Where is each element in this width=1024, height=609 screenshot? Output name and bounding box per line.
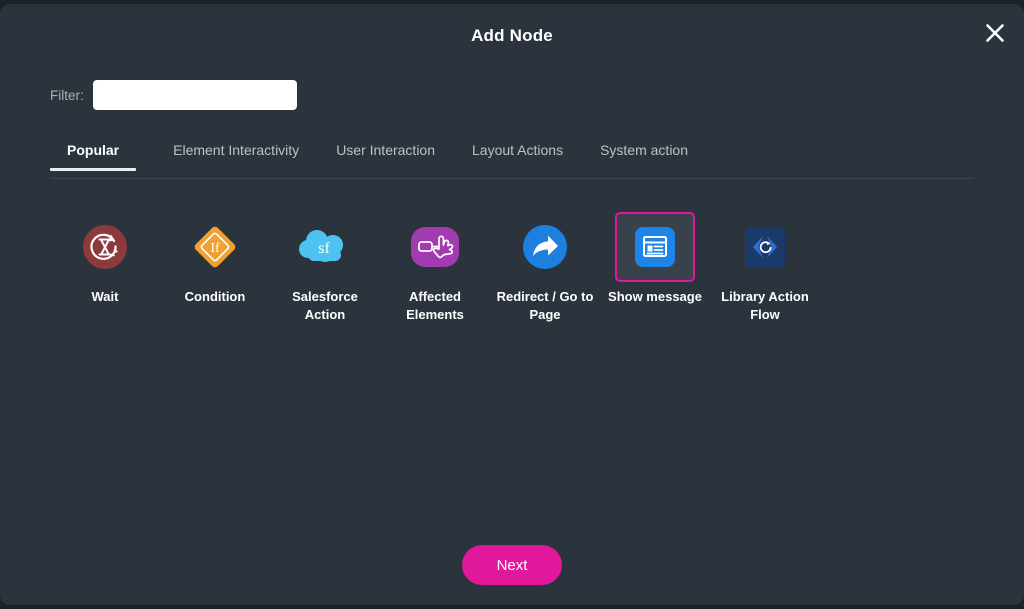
node-label: Show message — [608, 289, 702, 304]
tab-system-action[interactable]: System action — [600, 142, 688, 170]
tab-layout-actions[interactable]: Layout Actions — [472, 142, 563, 170]
node-icon-box: sf — [285, 212, 365, 282]
node-option-salesforce-action[interactable]: sf Salesforce Action — [270, 212, 380, 324]
node-option-condition[interactable]: If Condition — [160, 212, 270, 306]
code-brackets-icon — [745, 227, 785, 267]
filter-input[interactable] — [92, 80, 297, 110]
node-icon-box — [395, 212, 475, 282]
add-node-dialog: Add Node Filter: Popular Element Interac… — [0, 4, 1024, 605]
node-label: Salesforce Action — [292, 289, 358, 322]
message-window-icon — [635, 227, 675, 267]
next-button[interactable]: Next — [462, 545, 562, 585]
diamond-if-icon: If — [194, 226, 236, 268]
tab-element-interactivity[interactable]: Element Interactivity — [173, 142, 299, 170]
hourglass-refresh-icon — [83, 225, 127, 269]
node-option-redirect[interactable]: Redirect / Go to Page — [490, 212, 600, 324]
node-icon-box-selected — [615, 212, 695, 282]
node-label: Affected Elements — [406, 289, 464, 322]
tab-user-interaction[interactable]: User Interaction — [336, 142, 435, 170]
node-label: Library Action Flow — [721, 289, 809, 322]
svg-text:sf: sf — [318, 240, 330, 257]
dialog-title: Add Node — [471, 26, 553, 45]
node-option-library-action-flow[interactable]: Library Action Flow — [710, 212, 820, 324]
filter-row: Filter: — [50, 80, 297, 110]
node-option-affected-elements[interactable]: Affected Elements — [380, 212, 490, 324]
hand-pointer-icon — [411, 227, 459, 267]
node-option-wait[interactable]: Wait — [50, 212, 160, 306]
tab-popular[interactable]: Popular — [49, 142, 137, 171]
salesforce-cloud-icon: sf — [299, 230, 343, 262]
node-icon-box — [65, 212, 145, 282]
share-arrow-icon — [523, 225, 567, 269]
close-icon[interactable] — [978, 16, 1012, 50]
category-tabs: Popular Element Interactivity User Inter… — [49, 142, 974, 179]
node-icon-box: If — [175, 212, 255, 282]
node-option-show-message[interactable]: Show message — [600, 212, 710, 306]
node-label: Redirect / Go to Page — [496, 289, 594, 322]
svg-text:If: If — [210, 241, 220, 256]
node-label: Wait — [91, 289, 119, 304]
node-icon-box — [505, 212, 585, 282]
node-label: Condition — [184, 289, 246, 304]
node-type-grid: Wait If Condition sf Salesforce Action A… — [50, 212, 974, 324]
filter-label: Filter: — [50, 87, 84, 103]
close-icon-glyph — [986, 24, 1004, 42]
node-icon-box — [725, 212, 805, 282]
